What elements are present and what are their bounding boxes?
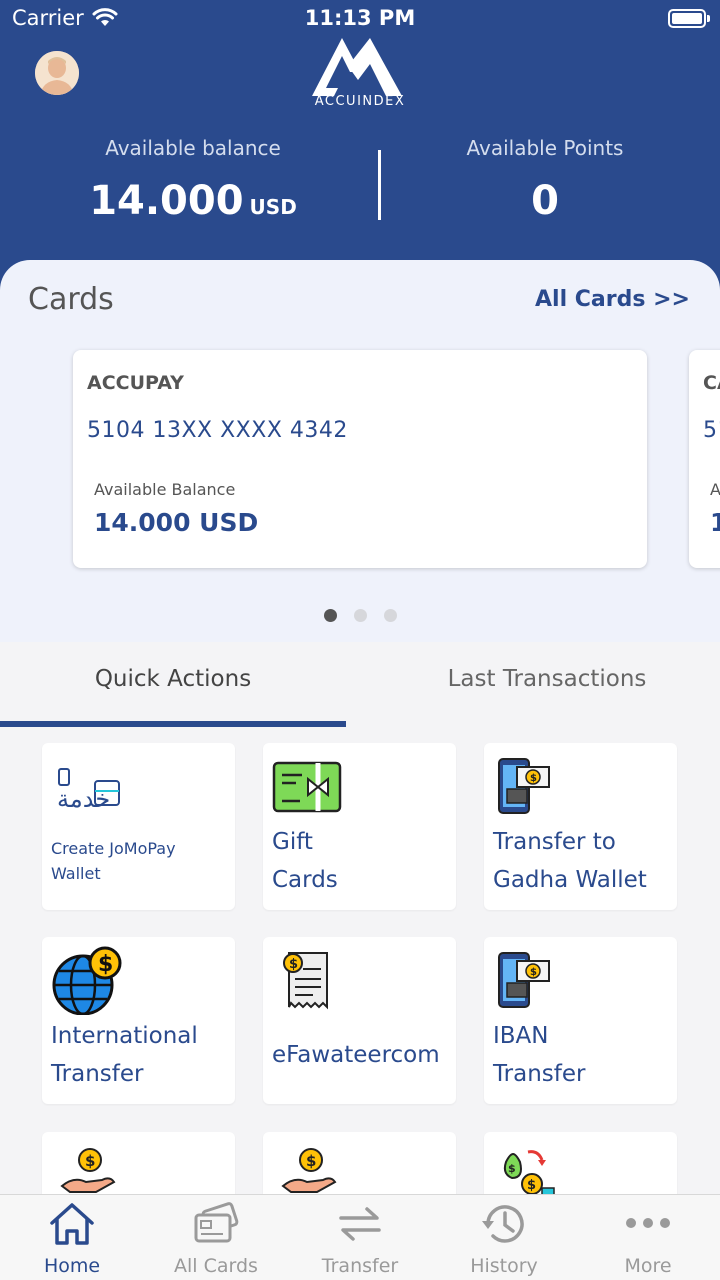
- active-tab-indicator: [0, 721, 346, 727]
- action-label-line2: Transfer: [51, 1061, 144, 1087]
- bill-receipt-icon: $: [283, 952, 328, 1010]
- gift-card-icon: [272, 761, 342, 813]
- nav-more[interactable]: More: [576, 1195, 720, 1280]
- svg-text:$: $: [289, 957, 298, 972]
- card-balance-value: 1: [710, 508, 720, 537]
- svg-text:$: $: [306, 1152, 316, 1170]
- action-label: Transfer to Gadha Wallet: [493, 823, 669, 899]
- action-gift-cards[interactable]: Gift Cards: [263, 743, 456, 910]
- action-label-line1: IBAN: [493, 1023, 549, 1049]
- nav-label: History: [470, 1255, 538, 1277]
- available-balance-value: 14.000 USD: [40, 178, 346, 224]
- transfer-arrows-icon: [339, 1207, 381, 1241]
- svg-text:$: $: [98, 952, 113, 977]
- nav-label: Transfer: [321, 1255, 399, 1277]
- available-points-label: Available Points: [466, 136, 624, 160]
- card-number: 51: [703, 418, 720, 443]
- card-name: ACCUPAY: [87, 372, 184, 394]
- all-cards-link[interactable]: All Cards >>: [535, 287, 690, 312]
- card-next[interactable]: CA 51 A 1: [689, 350, 720, 568]
- svg-text:خدمة: خدمة: [57, 785, 110, 813]
- card-pager: [0, 609, 720, 622]
- hand-coin-icon: $: [281, 1148, 337, 1193]
- action-label: eFawateercom: [272, 1036, 448, 1074]
- card-number: 5104 13XX XXXX 4342: [87, 418, 348, 443]
- tab-quick-actions[interactable]: Quick Actions: [0, 666, 346, 692]
- nav-label: All Cards: [174, 1255, 258, 1277]
- quick-actions-grid: خدمة Create JoMoPay Wallet Gift Cards $ …: [0, 728, 720, 1194]
- history-clock-icon: [482, 1205, 524, 1243]
- action-label-line1: Create JoMoPay: [51, 839, 176, 858]
- pager-dot-1[interactable]: [323, 609, 337, 622]
- globe-dollar-icon: $: [52, 946, 122, 1015]
- cards-icon: [194, 1202, 239, 1243]
- action-label-line1: International: [51, 1023, 198, 1049]
- action-label-line1: eFawateercom: [272, 1042, 440, 1068]
- money-exchange-icon: $ $: [503, 1150, 555, 1194]
- nav-label: Home: [43, 1255, 101, 1277]
- svg-text:$: $: [530, 967, 537, 978]
- nav-home[interactable]: Home: [0, 1195, 144, 1280]
- nav-history[interactable]: History: [432, 1195, 576, 1280]
- action-efawateercom[interactable]: $ eFawateercom: [263, 937, 456, 1104]
- action-label: Create JoMoPay Wallet: [51, 836, 227, 886]
- accuindex-logo: ACCUINDEX: [300, 36, 420, 116]
- available-balance-label: Available balance: [105, 136, 281, 160]
- user-avatar-icon: [35, 51, 79, 95]
- svg-text:$: $: [508, 1162, 516, 1175]
- bottom-nav: Home All Cards Transfer History More: [0, 1194, 720, 1280]
- action-tile-8[interactable]: $: [263, 1132, 456, 1194]
- card-accupay[interactable]: ACCUPAY 5104 13XX XXXX 4342 Available Ba…: [73, 350, 647, 568]
- header: Carrier 11:13 PM ACCUINDEX Available bal…: [0, 0, 720, 300]
- card-balance-label: A: [710, 480, 720, 499]
- action-create-jomopay-wallet[interactable]: خدمة Create JoMoPay Wallet: [42, 743, 235, 910]
- action-label: International Transfer: [51, 1017, 227, 1093]
- avatar[interactable]: [35, 51, 79, 95]
- action-tile-7[interactable]: $: [42, 1132, 235, 1194]
- action-label-line2: Transfer: [493, 1061, 586, 1087]
- logo-text: ACCUINDEX: [314, 94, 406, 109]
- action-transfer-to-gadha-wallet[interactable]: $ Transfer to Gadha Wallet: [484, 743, 677, 910]
- status-time: 11:13 PM: [304, 6, 416, 30]
- battery-icon: [668, 9, 710, 28]
- action-label-line1: Transfer to: [493, 829, 616, 855]
- pager-dot-2[interactable]: [353, 609, 367, 622]
- phone-wallet-icon: $: [498, 952, 550, 1008]
- action-label: IBAN Transfer: [493, 1017, 669, 1093]
- status-bar: Carrier 11:13 PM: [0, 0, 720, 40]
- svg-text:$: $: [85, 1152, 95, 1170]
- action-label: Gift Cards: [272, 823, 448, 899]
- svg-text:$: $: [527, 1178, 536, 1193]
- more-dots-icon: [626, 1218, 670, 1228]
- tab-last-transactions[interactable]: Last Transactions: [374, 666, 720, 692]
- nav-label: More: [624, 1255, 672, 1277]
- balance-amount: 14.000: [89, 178, 244, 224]
- svg-text:$: $: [530, 773, 537, 784]
- action-label-line2: Gadha Wallet: [493, 867, 647, 893]
- available-points-value: 0: [531, 178, 559, 224]
- action-iban-transfer[interactable]: $ IBAN Transfer: [484, 937, 677, 1104]
- hand-coin-icon: $: [60, 1148, 116, 1193]
- logo-mark-icon: [312, 38, 402, 96]
- home-icon: [50, 1203, 94, 1245]
- action-international-transfer[interactable]: $ International Transfer: [42, 937, 235, 1104]
- action-tile-9[interactable]: $ $: [484, 1132, 677, 1194]
- nav-all-cards[interactable]: All Cards: [144, 1195, 288, 1280]
- card-balance-label: Available Balance: [94, 480, 236, 499]
- tab-bar: Quick Actions Last Transactions: [0, 642, 720, 728]
- card-name: CA: [703, 372, 720, 394]
- cards-title: Cards: [28, 282, 114, 317]
- nav-transfer[interactable]: Transfer: [288, 1195, 432, 1280]
- action-label-line2: Wallet: [51, 864, 101, 883]
- action-label-line1: Gift: [272, 829, 313, 855]
- card-balance-value: 14.000 USD: [94, 508, 259, 537]
- pager-dot-3[interactable]: [383, 609, 397, 622]
- balance-currency: USD: [249, 195, 297, 219]
- action-label-line2: Cards: [272, 867, 338, 893]
- phone-wallet-icon: $: [498, 758, 550, 814]
- cards-panel: Cards All Cards >> ACCUPAY 5104 13XX XXX…: [0, 260, 720, 642]
- jomopay-wallet-icon: خدمة: [57, 768, 120, 813]
